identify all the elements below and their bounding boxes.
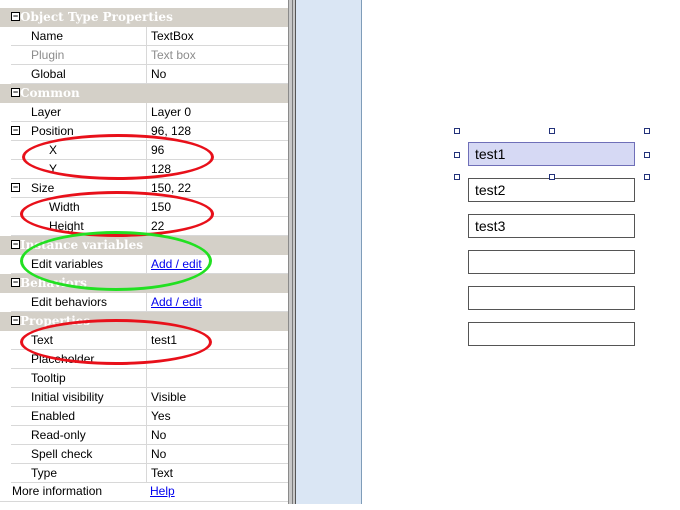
resize-handle[interactable] <box>644 128 650 134</box>
property-label: Initial visibility <box>31 390 104 404</box>
category-object-type[interactable]: − Object Type Properties <box>0 8 288 27</box>
property-label: Edit behaviors <box>31 295 108 309</box>
property-label: Spell check <box>31 447 93 461</box>
property-row-tooltip[interactable]: Tooltip <box>0 369 288 388</box>
property-row-global[interactable]: Global No <box>0 65 288 84</box>
collapse-icon[interactable]: − <box>11 278 20 287</box>
category-label: Object Type Properties <box>20 10 173 24</box>
property-label: Name <box>31 29 64 43</box>
property-value[interactable]: Yes <box>151 409 171 423</box>
property-row-name[interactable]: Name TextBox <box>0 27 288 46</box>
property-value[interactable]: No <box>151 447 166 461</box>
collapse-icon[interactable]: − <box>11 12 20 21</box>
textbox-instance[interactable] <box>468 286 635 310</box>
textbox-text: test3 <box>475 218 506 234</box>
property-row-type[interactable]: Type Text <box>0 464 288 483</box>
property-label: Read-only <box>31 428 86 442</box>
property-value[interactable]: Visible <box>151 390 186 404</box>
green-annotation-oval <box>20 231 212 291</box>
red-annotation-oval <box>22 134 214 180</box>
property-value: Text box <box>151 48 196 62</box>
property-label: Global <box>31 67 66 81</box>
textbox-instance[interactable]: test3 <box>468 214 635 238</box>
property-label: Layer <box>31 105 62 119</box>
textbox-text: test1 <box>475 146 506 162</box>
property-row-initial-visibility[interactable]: Initial visibility Visible <box>0 388 288 407</box>
property-value[interactable]: Text <box>151 466 173 480</box>
side-panel <box>296 0 362 504</box>
property-label: Type <box>31 466 58 480</box>
red-annotation-oval <box>20 319 212 365</box>
textbox-text: test2 <box>475 182 506 198</box>
property-value[interactable]: No <box>151 67 166 81</box>
category-label: Common <box>20 86 80 100</box>
resize-handle[interactable] <box>454 174 460 180</box>
collapse-icon[interactable]: − <box>11 316 20 325</box>
add-edit-behaviors-link[interactable]: Add / edit <box>151 295 202 309</box>
property-label: Enabled <box>31 409 76 423</box>
property-label: Position <box>31 124 74 138</box>
collapse-icon[interactable]: − <box>11 126 20 135</box>
property-row-enabled[interactable]: Enabled Yes <box>0 407 288 426</box>
textbox-instance[interactable]: test2 <box>468 178 635 202</box>
resize-handle[interactable] <box>454 128 460 134</box>
property-row-spell-check[interactable]: Spell check No <box>0 445 288 464</box>
collapse-icon[interactable]: − <box>11 88 20 97</box>
collapse-icon[interactable]: − <box>11 183 20 192</box>
textbox-instance[interactable] <box>468 250 635 274</box>
resize-handle[interactable] <box>549 128 555 134</box>
property-value[interactable]: TextBox <box>151 29 194 43</box>
resize-handle[interactable] <box>454 152 460 158</box>
property-row-layer[interactable]: Layer Layer 0 <box>0 103 288 122</box>
properties-panel: − Object Type Properties Name TextBox Pl… <box>0 0 288 510</box>
resize-handle[interactable] <box>644 152 650 158</box>
collapse-icon[interactable]: − <box>11 240 20 249</box>
property-row-edit-behaviors[interactable]: Edit behaviors Add / edit <box>0 293 288 312</box>
property-label: Size <box>31 181 55 195</box>
textbox-instance[interactable]: test1 <box>468 142 635 166</box>
property-label: Tooltip <box>31 371 66 385</box>
textbox-instance[interactable] <box>468 322 635 346</box>
property-row-plugin: Plugin Text box <box>0 46 288 65</box>
resize-handle[interactable] <box>644 174 650 180</box>
property-label: Plugin <box>31 48 65 62</box>
help-link[interactable]: Help <box>150 484 175 498</box>
panel-splitter[interactable] <box>288 0 296 504</box>
category-common[interactable]: − Common <box>0 84 288 103</box>
more-information-row: More information Help <box>0 482 288 502</box>
property-value[interactable]: Layer 0 <box>151 105 191 119</box>
property-row-read-only[interactable]: Read-only No <box>0 426 288 445</box>
resize-handle[interactable] <box>549 174 555 180</box>
property-value[interactable]: No <box>151 428 166 442</box>
more-information-label: More information <box>12 484 103 498</box>
